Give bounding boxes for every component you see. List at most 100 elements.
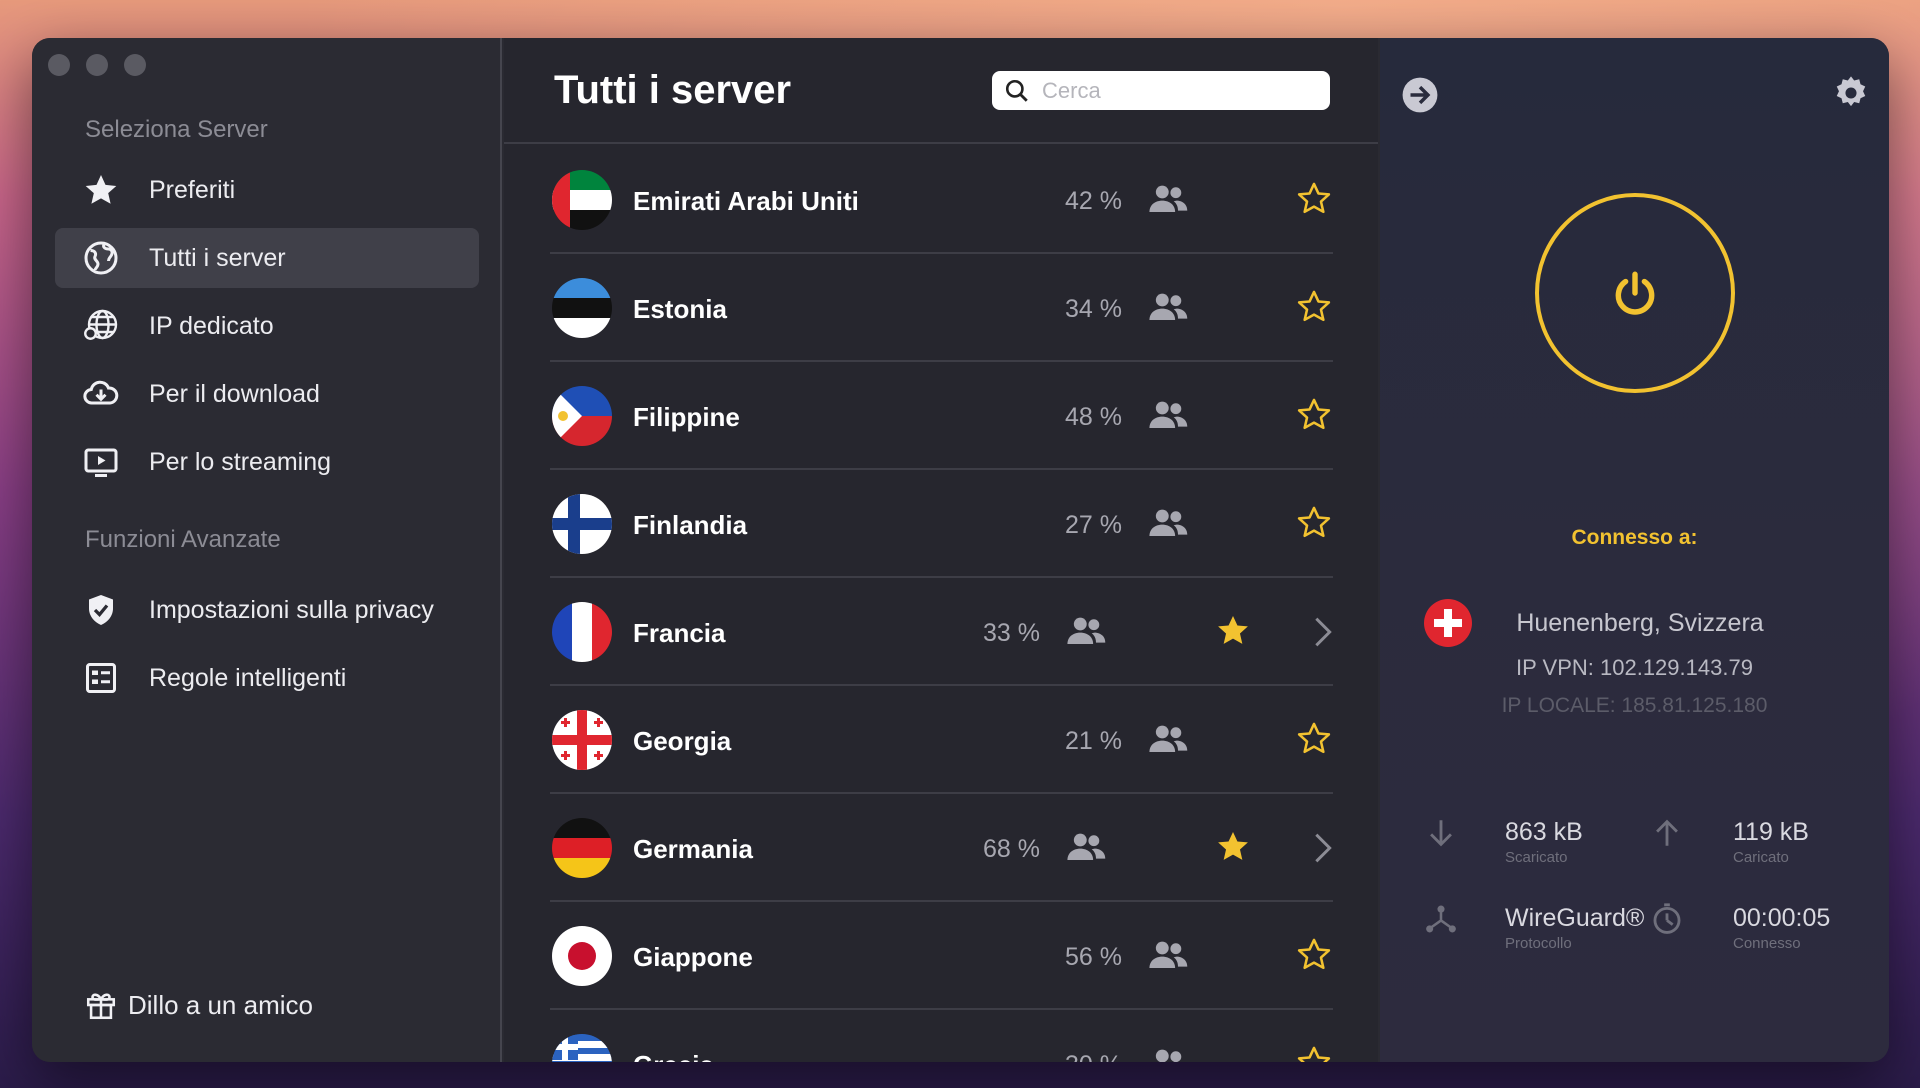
protocol-value: WireGuard® (1505, 904, 1645, 932)
sidebar-item-privacy[interactable]: Impostazioni sulla privacy (55, 580, 479, 640)
connected-label: Connesso a: (1571, 526, 1698, 549)
search-icon (1005, 79, 1028, 102)
users-icon (1148, 1046, 1188, 1062)
users-icon (1066, 614, 1106, 648)
cloud-download-icon (81, 374, 121, 414)
connect-toggle-button[interactable] (1535, 193, 1735, 393)
flag-icon-gr (552, 1034, 612, 1062)
server-load: 42 % (1065, 187, 1122, 215)
users-icon (1148, 506, 1188, 540)
star-filled-icon[interactable] (1214, 828, 1252, 866)
sidebar-item-label: Per lo streaming (149, 447, 332, 476)
sidebar-item-label: Per il download (149, 379, 320, 408)
server-row[interactable]: Francia 33 % (550, 578, 1333, 686)
shield-check-icon (81, 590, 121, 630)
server-row[interactable]: Emirati Arabi Uniti 42 % (550, 146, 1333, 254)
server-row[interactable]: Finlandia 27 % (550, 470, 1333, 578)
sidebar-item-streaming[interactable]: Per lo streaming (55, 432, 479, 492)
app-window: Seleziona Server Preferiti Tutti i serve… (32, 38, 1889, 1062)
flag-icon-ae (552, 170, 612, 230)
server-row[interactable]: Estonia 34 % (550, 254, 1333, 362)
server-row[interactable]: Georgia 21 % (550, 686, 1333, 794)
server-load: 34 % (1065, 295, 1122, 323)
protocol-stat: WireGuard® Protocollo (1505, 904, 1644, 952)
flag-icon-ge (552, 710, 612, 770)
server-list-pane: Tutti i server Emirati Arabi Uniti 42 % Es… (504, 38, 1378, 1062)
sidebar-item-dedicated-ip[interactable]: IP dedicato (55, 296, 479, 356)
server-row[interactable]: Germania 68 % (550, 794, 1333, 902)
gift-icon (86, 993, 116, 1020)
star-outline-icon[interactable] (1295, 720, 1333, 758)
duration-value: 00:00:05 (1733, 904, 1831, 932)
refer-friend-link[interactable]: Dillo a un amico (84, 988, 313, 1022)
minimize-window-button[interactable] (86, 54, 108, 76)
star-outline-icon[interactable] (1295, 288, 1333, 326)
power-icon (1615, 271, 1655, 315)
users-icon (1148, 398, 1188, 432)
refer-friend-label: Dillo a un amico (128, 989, 313, 1020)
server-load: 68 % (983, 835, 1040, 863)
upload-arrow-icon (1656, 819, 1678, 846)
server-row[interactable]: Grecia 30 % (550, 1010, 1333, 1062)
flag-icon-de (552, 818, 612, 878)
users-icon (1148, 938, 1188, 972)
users-icon (1148, 182, 1188, 216)
server-country: Grecia (633, 1050, 714, 1062)
sidebar-item-download[interactable]: Per il download (55, 364, 479, 424)
sidebar-item-favorites[interactable]: Preferiti (55, 160, 479, 220)
flag-icon-fr (552, 602, 612, 662)
star-outline-icon[interactable] (1295, 504, 1333, 542)
server-row[interactable]: Giappone 56 % (550, 902, 1333, 1010)
star-filled-icon[interactable] (1214, 612, 1252, 650)
server-list[interactable]: Emirati Arabi Uniti 42 % Estonia 34 % Filipp… (504, 146, 1378, 1062)
local-ip: IP LOCALE: 185.81.125.180 (1501, 694, 1768, 717)
upload-value: 119 kB (1733, 818, 1809, 846)
star-outline-icon[interactable] (1295, 396, 1333, 434)
close-window-button[interactable] (48, 54, 70, 76)
protocol-label: Protocollo (1505, 935, 1572, 952)
users-icon (1148, 722, 1188, 756)
star-icon (81, 170, 121, 210)
upload-label: Caricato (1733, 849, 1789, 866)
timer-icon (1653, 903, 1681, 934)
vpn-ip: IP VPN: 102.129.143.79 (1516, 655, 1753, 680)
gear-icon[interactable] (1832, 74, 1870, 112)
server-load: 27 % (1065, 511, 1122, 539)
chevron-right-icon[interactable] (1312, 832, 1334, 864)
server-load: 21 % (1065, 727, 1122, 755)
rules-list-icon (81, 658, 121, 698)
download-label: Scaricato (1505, 849, 1568, 866)
sidebar-item-label: IP dedicato (149, 311, 274, 340)
connection-panel: Connesso a: Huenenberg, Svizzera IP VPN:… (1380, 38, 1889, 1062)
star-outline-icon[interactable] (1295, 180, 1333, 218)
server-row[interactable]: Filippine 48 % (550, 362, 1333, 470)
duration-label: Connesso (1733, 935, 1801, 952)
flag-icon-jp (552, 926, 612, 986)
sidebar-item-label: Impostazioni sulla privacy (149, 595, 434, 624)
server-country: Giappone (633, 942, 753, 972)
sidebar-item-all-servers[interactable]: Tutti i server (55, 228, 479, 288)
flag-icon-fi (552, 494, 612, 554)
list-header: Tutti i server (504, 38, 1378, 144)
sidebar-item-label: Preferiti (149, 175, 236, 204)
flag-icon-ph (552, 386, 612, 446)
search-input[interactable] (1042, 77, 1322, 104)
users-icon (1066, 830, 1106, 864)
chevron-right-icon[interactable] (1312, 616, 1334, 648)
search-box[interactable] (992, 71, 1330, 110)
sidebar-item-label: Tutti i server (149, 243, 286, 272)
download-value: 863 kB (1505, 818, 1583, 846)
protocol-icon (1426, 905, 1456, 933)
zoom-window-button[interactable] (124, 54, 146, 76)
star-outline-icon[interactable] (1295, 1044, 1333, 1062)
star-outline-icon[interactable] (1295, 936, 1333, 974)
server-load: 48 % (1065, 403, 1122, 431)
sidebar-item-smart-rules[interactable]: Regole intelligenti (55, 648, 479, 708)
download-arrow-icon (1430, 820, 1452, 847)
server-country: Emirati Arabi Uniti (633, 186, 859, 216)
upload-stat: 119 kB Caricato (1733, 818, 1809, 866)
server-location: Huenenberg, Svizzera (1516, 609, 1764, 637)
arrow-right-icon[interactable] (1401, 76, 1439, 114)
section-title-advanced: Funzioni Avanzate (85, 526, 281, 553)
server-country: Finlandia (633, 510, 748, 540)
